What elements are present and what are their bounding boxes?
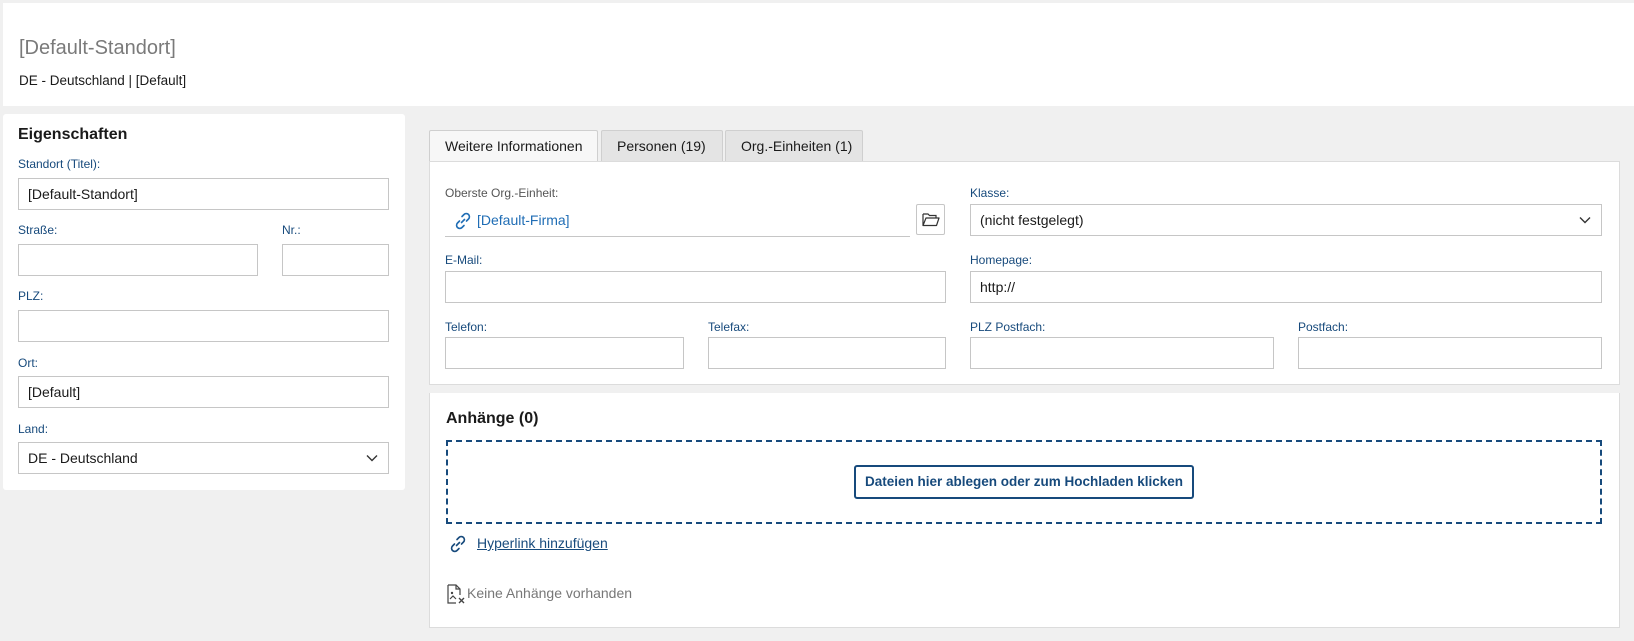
plz-postfach-label: PLZ Postfach: <box>970 320 1046 334</box>
page-header: [Default-Standort] DE - Deutschland | [D… <box>3 3 1634 106</box>
org-unit-field: [Default-Firma] <box>445 206 910 237</box>
ort-label: Ort: <box>18 356 38 370</box>
plz-postfach-input[interactable] <box>970 337 1274 369</box>
klasse-select-value: (nicht festgelegt) <box>980 212 1084 228</box>
org-unit-link[interactable]: [Default-Firma] <box>477 212 570 228</box>
homepage-label: Homepage: <box>970 253 1033 267</box>
email-label: E-Mail: <box>445 253 483 267</box>
postfach-input[interactable] <box>1298 337 1602 369</box>
standort-label: Standort (Titel): <box>18 157 101 171</box>
link-icon <box>455 212 471 230</box>
tab-weitere-informationen[interactable]: Weitere Informationen <box>429 130 598 162</box>
chevron-down-icon <box>1579 217 1591 224</box>
nr-input[interactable] <box>282 244 389 276</box>
nr-label: Nr.: <box>282 223 301 237</box>
klasse-label: Klasse: <box>970 186 1010 200</box>
strasse-input[interactable] <box>18 244 258 276</box>
file-x-icon <box>447 584 465 604</box>
folder-open-icon <box>922 213 940 227</box>
plz-label: PLZ: <box>18 289 44 303</box>
org-label: Oberste Org.-Einheit: <box>445 186 559 200</box>
tab-personen[interactable]: Personen (19) <box>601 130 723 162</box>
telefon-label: Telefon: <box>445 320 488 334</box>
properties-title: Eigenschaften <box>18 126 128 143</box>
strasse-label: Straße: <box>18 223 58 237</box>
homepage-input[interactable]: http:// <box>970 271 1602 303</box>
email-input[interactable] <box>445 271 946 303</box>
land-label: Land: <box>18 422 49 436</box>
ort-input[interactable]: [Default] <box>18 376 389 408</box>
land-select-value: DE - Deutschland <box>28 450 138 466</box>
telefax-input[interactable] <box>708 337 946 369</box>
attachments-title: Anhänge (0) <box>446 410 539 427</box>
browse-org-button[interactable] <box>916 204 945 235</box>
land-select[interactable]: DE - Deutschland <box>18 442 389 474</box>
telefon-input[interactable] <box>445 337 684 369</box>
link-icon <box>450 535 466 553</box>
page-subtitle: DE - Deutschland | [Default] <box>19 73 187 88</box>
standort-input[interactable]: [Default-Standort] <box>18 178 389 210</box>
klasse-select[interactable]: (nicht festgelegt) <box>970 204 1602 236</box>
empty-attachments-label: Keine Anhänge vorhanden <box>467 585 633 601</box>
telefax-label: Telefax: <box>708 320 750 334</box>
upload-button[interactable]: Dateien hier ablegen oder zum Hochladen … <box>854 465 1194 499</box>
tab-org-einheiten[interactable]: Org.-Einheiten (1) <box>725 130 863 162</box>
plz-input[interactable] <box>18 310 389 342</box>
page-title: [Default-Standort] <box>19 37 176 59</box>
postfach-label: Postfach: <box>1298 320 1349 334</box>
chevron-down-icon <box>366 455 378 462</box>
add-hyperlink-label[interactable]: Hyperlink hinzufügen <box>477 535 608 551</box>
